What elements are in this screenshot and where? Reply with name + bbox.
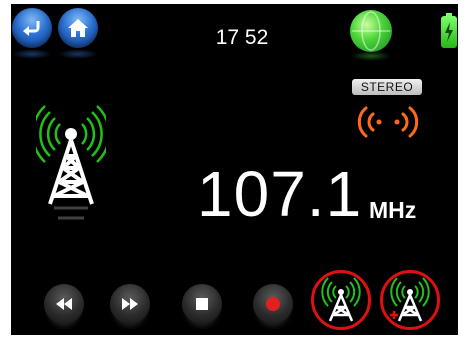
broadcast-antenna-icon (36, 105, 106, 220)
back-arrow-icon (23, 21, 40, 36)
record-icon (266, 297, 280, 311)
home-button-reflection (58, 49, 98, 59)
stop-icon (196, 298, 208, 310)
back-button-reflection (12, 49, 52, 59)
back-button[interactable] (12, 8, 52, 48)
preset-2-button[interactable] (380, 270, 440, 330)
stereo-signal-icon (357, 106, 419, 138)
preset-2-antenna-icon (390, 277, 430, 322)
frequency-unit: MHz (369, 197, 417, 223)
rewind-button[interactable] (44, 284, 84, 324)
home-button[interactable] (58, 8, 98, 48)
preset-1-antenna-icon (321, 277, 361, 322)
frequency-display: 107.1 (197, 158, 363, 230)
home-icon (68, 19, 88, 37)
record-button[interactable] (253, 284, 293, 324)
radio-screen: 17 52 STEREO 107.1 MHz (11, 4, 458, 335)
fast-forward-icon (122, 298, 138, 310)
fast-forward-button[interactable] (110, 284, 150, 324)
globe-reflection (351, 51, 391, 61)
rewind-icon (56, 298, 72, 310)
preset-1-button[interactable] (311, 270, 371, 330)
clock-display: 17 52 (215, 26, 269, 49)
stop-button[interactable] (182, 284, 222, 324)
globe-icon[interactable] (350, 10, 392, 52)
stereo-badge: STEREO (352, 79, 422, 95)
battery-icon (441, 13, 457, 48)
